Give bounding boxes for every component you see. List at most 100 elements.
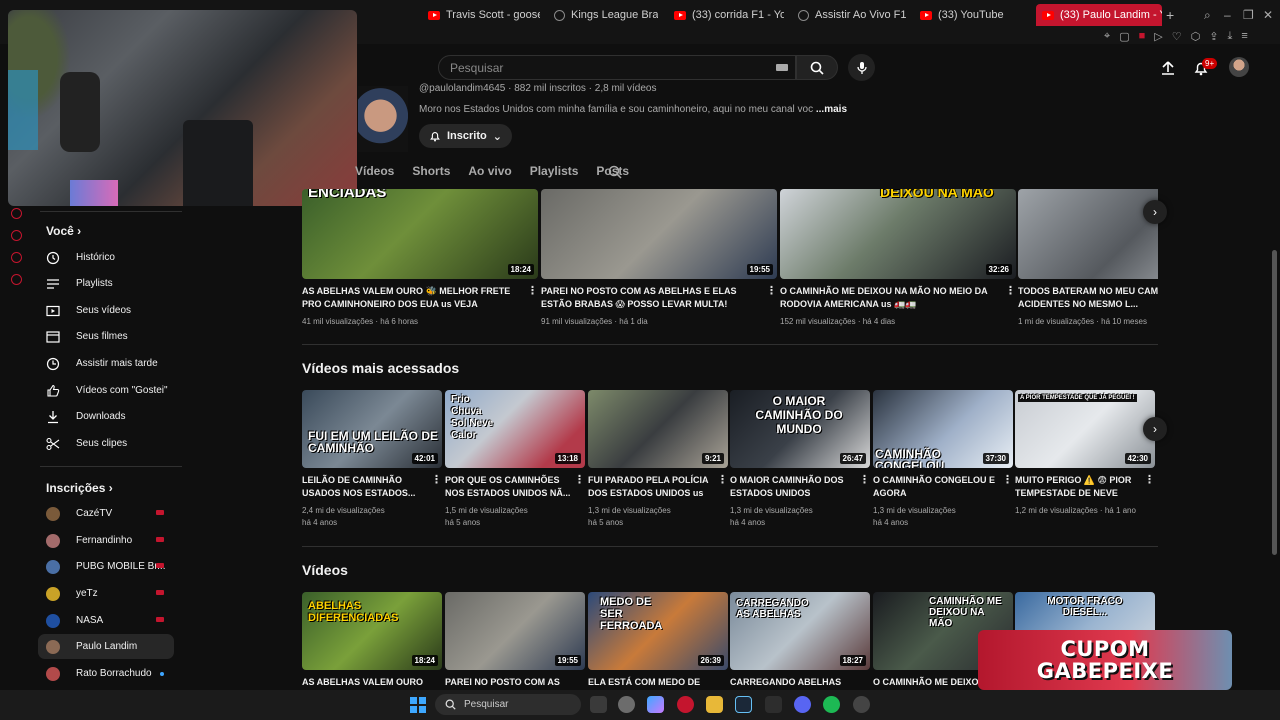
sidebar-item-history[interactable]: Histórico <box>38 245 174 270</box>
keyboard-icon[interactable] <box>776 64 788 71</box>
sidebar-sub-fernandinho[interactable]: Fernandinho <box>38 528 174 553</box>
tab-playlists[interactable]: Playlists <box>530 164 579 180</box>
close-icon[interactable]: ✕ <box>1263 8 1273 22</box>
file-explorer-icon[interactable] <box>706 696 723 713</box>
more-options-icon[interactable]: ⋮ <box>766 285 777 297</box>
subscribed-button[interactable]: Inscrito ⌄ <box>419 124 512 148</box>
windows-start-icon[interactable] <box>410 697 426 713</box>
sidebar-sub-rato-borrachudo[interactable]: Rato Borrachudo <box>38 661 174 686</box>
search-button[interactable] <box>796 55 838 80</box>
scrollbar-thumb[interactable] <box>1272 250 1277 555</box>
tab-videos[interactable]: Vídeos <box>355 164 394 180</box>
tab-shorts[interactable]: Shorts <box>412 164 450 180</box>
video-title[interactable]: PAREI NO POSTO COM AS <box>445 676 585 689</box>
more-options-icon[interactable]: ⋮ <box>859 474 870 486</box>
video-card[interactable]: O MAIOR CAMINHÃO DO MUNDO 26:47 O MAIOR … <box>730 390 870 529</box>
more-options-icon[interactable]: ⋮ <box>717 474 728 486</box>
channel-avatar[interactable] <box>358 86 408 152</box>
video-title[interactable]: ELA ESTÁ COM MEDO DE <box>588 676 728 689</box>
video-thumbnail[interactable]: ABELHAS DIFERENCIADAS 18:24 <box>302 592 442 670</box>
sidebar-sub-yetz[interactable]: yeTz <box>38 581 174 606</box>
extensions-icon[interactable]: ⬡ <box>1191 30 1201 43</box>
tab-travis-scott[interactable]: Travis Scott - goosebum <box>422 4 540 26</box>
more-options-icon[interactable]: ⋮ <box>527 285 538 297</box>
video-thumbnail[interactable]: MEDO DE SER FERROADA 26:39 <box>588 592 728 670</box>
video-thumbnail[interactable]: 19:55 <box>445 592 585 670</box>
rail-icon-2[interactable] <box>11 230 22 241</box>
share-icon[interactable]: ⇪ <box>1209 30 1218 43</box>
next-arrow-button[interactable]: › <box>1143 417 1167 441</box>
video-title[interactable]: MUITO PERIGO ⚠️ 😨 PIOR TEMPESTADE DE NEV… <box>1015 474 1155 500</box>
tab-assistir-f1[interactable]: Assistir Ao Vivo F1 GP d <box>792 4 908 26</box>
tab-kings-league[interactable]: Kings League Brazil <box>548 4 658 26</box>
video-card[interactable]: FUI EM UM LEILÃO DE CAMINHÃO 42:01 LEILÃ… <box>302 390 442 529</box>
sidebar-subscriptions-heading[interactable]: Inscrições › <box>46 481 113 495</box>
discord-icon[interactable] <box>794 696 811 713</box>
search-input[interactable]: Pesquisar <box>438 55 796 80</box>
minimize-icon[interactable]: – <box>1224 8 1231 22</box>
video-thumbnail[interactable]: A PIOR TEMPESTADE QUE JÁ PEGUEI ! 42:30 <box>1015 390 1155 468</box>
video-card[interactable]: ABELHAS DIFERENCIADAS 18:24 AS ABELHAS V… <box>302 592 442 689</box>
video-thumbnail[interactable]: FUI EM UM LEILÃO DE CAMINHÃO 42:01 <box>302 390 442 468</box>
video-thumbnail[interactable]: DEIXOU NA MÃO 32:26 <box>780 189 1016 279</box>
snapshot-icon[interactable]: ▢ <box>1119 30 1129 43</box>
rail-icon-1[interactable] <box>11 208 22 219</box>
copilot-icon[interactable] <box>647 696 664 713</box>
video-title[interactable]: AS ABELHAS VALEM OURO <box>302 676 442 689</box>
app-icon-2[interactable] <box>765 696 782 713</box>
video-thumbnail[interactable]: CAMINHÃO CONGELOU 37:30 <box>873 390 1013 468</box>
video-thumbnail[interactable]: Frio Chuva Sol Neve Calor 13:18 <box>445 390 585 468</box>
video-card[interactable]: 19:55 PAREI NO POSTO COM AS <box>445 592 585 689</box>
video-title[interactable]: PAREI NO POSTO COM AS ABELHAS E ELAS EST… <box>541 285 777 311</box>
video-thumbnail[interactable]: O MAIOR CAMINHÃO DO MUNDO 26:47 <box>730 390 870 468</box>
sidebar-item-clips[interactable]: Seus clipes <box>38 431 174 456</box>
video-card[interactable]: A PIOR TEMPESTADE QUE JÁ PEGUEI ! 42:30 … <box>1015 390 1155 517</box>
sidebar-item-playlists[interactable]: Playlists <box>38 271 174 296</box>
download-browser-icon[interactable]: ⤓ <box>1227 30 1232 43</box>
more-options-icon[interactable]: ⋮ <box>574 474 585 486</box>
new-tab-button[interactable]: + <box>1166 7 1174 23</box>
video-title[interactable]: O CAMINHÃO CONGELOU E AGORA ⋮ <box>873 474 1013 500</box>
opera-gx-icon[interactable] <box>677 696 694 713</box>
spotify-icon[interactable] <box>823 696 840 713</box>
rail-icon-3[interactable] <box>11 252 22 263</box>
sidebar-item-liked-videos[interactable]: Vídeos com "Gostei" <box>38 378 174 403</box>
more-options-icon[interactable]: ⋮ <box>1002 474 1013 486</box>
tab-live[interactable]: Ao vivo <box>468 164 511 180</box>
video-thumbnail[interactable] <box>1018 189 1158 279</box>
video-card[interactable]: ENCIADAS 18:24 AS ABELHAS VALEM OURO 🐝 M… <box>302 189 538 328</box>
more-options-icon[interactable]: ⋮ <box>431 474 442 486</box>
video-title[interactable]: POR QUE OS CAMINHÕES NOS ESTADOS UNIDOS … <box>445 474 585 500</box>
account-avatar[interactable] <box>1229 57 1249 77</box>
video-card[interactable]: 19:55 PAREI NO POSTO COM AS ABELHAS E EL… <box>541 189 777 328</box>
rail-icon-4[interactable] <box>11 274 22 285</box>
video-card[interactable]: 9:21 FUI PARADO PELA POLÍCIA DOS ESTADOS… <box>588 390 728 529</box>
tab-paulo-landim[interactable]: (33) Paulo Landim - YouT <box>1036 4 1162 26</box>
steam-icon[interactable] <box>735 696 752 713</box>
heart-icon[interactable]: ♡ <box>1172 30 1182 43</box>
player-icon[interactable]: ▷ <box>1154 30 1162 43</box>
channel-description[interactable]: Moro nos Estados Unidos com minha famíli… <box>419 104 847 115</box>
more-options-icon[interactable]: ⋮ <box>1144 474 1155 486</box>
video-card[interactable]: DEIXOU NA MÃO 32:26 O CAMINHÃO ME DEIXOU… <box>780 189 1016 328</box>
video-card[interactable]: CARREGANDO AS ABELHAS 18:27 CARREGANDO A… <box>730 592 870 689</box>
sidebar-item-movies[interactable]: Seus filmes <box>38 324 174 349</box>
video-card[interactable]: CAMINHÃO CONGELOU 37:30 O CAMINHÃO CONGE… <box>873 390 1013 529</box>
app-icon-1[interactable] <box>618 696 635 713</box>
video-thumbnail[interactable]: 19:55 <box>541 189 777 279</box>
tab-corrida-f1[interactable]: (33) corrida F1 - YouTub <box>668 4 784 26</box>
sidebar-item-downloads[interactable]: Downloads <box>38 404 174 429</box>
video-title[interactable]: TODOS BATERAM NO MEU CAMI... VÁRIOS ACID… <box>1018 285 1158 311</box>
video-card[interactable]: MEDO DE SER FERROADA 26:39 ELA ESTÁ COM … <box>588 592 728 689</box>
more-options-icon[interactable]: ⋮ <box>1005 285 1016 297</box>
voice-search-button[interactable] <box>848 54 875 81</box>
video-title[interactable]: LEILÃO DE CAMINHÃO USADOS NOS ESTADOS...… <box>302 474 442 500</box>
shield-icon[interactable]: ■ <box>1139 30 1146 43</box>
tab-youtube[interactable]: (33) YouTube <box>914 4 1024 26</box>
video-title[interactable]: O CAMINHÃO ME DEIXOU NA MÃO NO MEIO DA R… <box>780 285 1016 311</box>
video-title[interactable]: O MAIOR CAMINHÃO DOS ESTADOS UNIDOS ⋮ <box>730 474 870 500</box>
menu-icon[interactable]: ≡ <box>1241 30 1247 43</box>
sidebar-sub-cazetv[interactable]: CazéTV <box>38 501 174 526</box>
obs-icon[interactable] <box>853 696 870 713</box>
more-link[interactable]: ...mais <box>816 104 847 115</box>
